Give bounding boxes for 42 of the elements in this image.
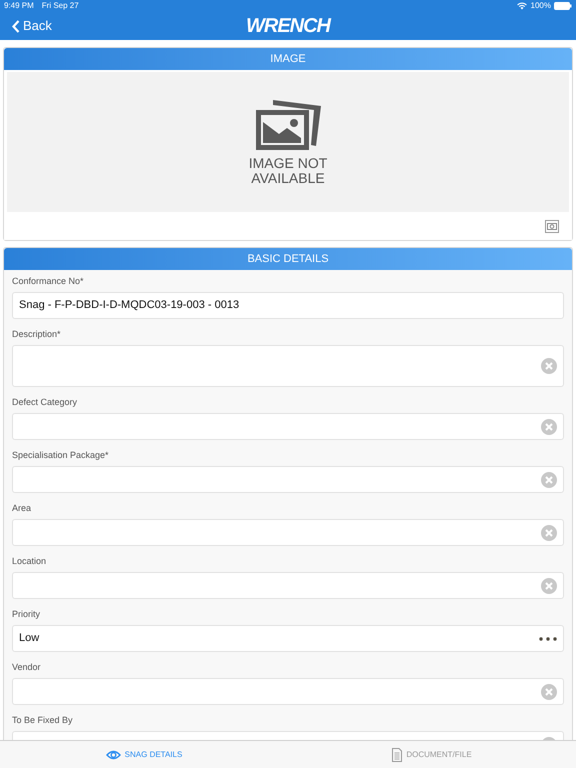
camera-icon — [547, 222, 557, 230]
input-field[interactable] — [12, 678, 564, 705]
wifi-icon — [516, 2, 527, 10]
chevron-left-icon — [12, 20, 20, 32]
field-label: Vendor — [12, 662, 42, 672]
input-field[interactable] — [12, 413, 564, 440]
tab[interactable]: DOCUMENT/FILE — [288, 741, 576, 768]
section-header: BASIC DETAILS — [4, 248, 572, 270]
eye-icon — [106, 750, 121, 760]
clear-icon[interactable] — [541, 524, 557, 540]
image-icon — [255, 98, 321, 152]
tab[interactable]: SNAG DETAILS — [0, 741, 288, 768]
field-label: Priority — [12, 609, 42, 619]
clear-icon[interactable] — [541, 578, 557, 594]
input-field[interactable] — [12, 519, 564, 546]
logo: WRENCH — [246, 14, 330, 39]
input-field[interactable] — [12, 572, 564, 599]
field-label: Area — [12, 503, 32, 513]
document-icon — [392, 748, 402, 762]
field-label: To Be Fixed By — [12, 715, 74, 725]
input-field[interactable] — [12, 466, 564, 493]
input-field[interactable] — [12, 345, 564, 387]
field-label: Description* — [12, 329, 62, 339]
status-date: Fri Sep 27 — [42, 0, 79, 12]
section-header: IMAGE — [4, 48, 572, 70]
field-label: Conformance No* — [12, 276, 85, 286]
field-label: Location — [12, 556, 48, 566]
input-field[interactable]: Low — [12, 625, 564, 652]
battery-percent: 100% — [530, 0, 551, 12]
camera-button[interactable] — [545, 220, 559, 232]
status-time: 9:49 PM — [4, 0, 34, 12]
clear-icon[interactable] — [541, 358, 557, 374]
image-unavailable-label: IMAGE NOT AVAILABLE — [248, 156, 328, 186]
more-icon[interactable] — [539, 636, 557, 640]
back-button[interactable]: Back — [0, 16, 52, 36]
clear-icon[interactable] — [541, 418, 557, 434]
clear-icon[interactable] — [541, 684, 557, 700]
field-label: Specialisation Package* — [12, 450, 110, 460]
battery-icon — [554, 2, 572, 10]
input-field[interactable]: Snag - F-P-DBD-I-D-MQDC03-19-003 - 0013 — [12, 292, 564, 319]
clear-icon[interactable] — [541, 472, 557, 488]
field-label: Defect Category — [12, 397, 78, 407]
